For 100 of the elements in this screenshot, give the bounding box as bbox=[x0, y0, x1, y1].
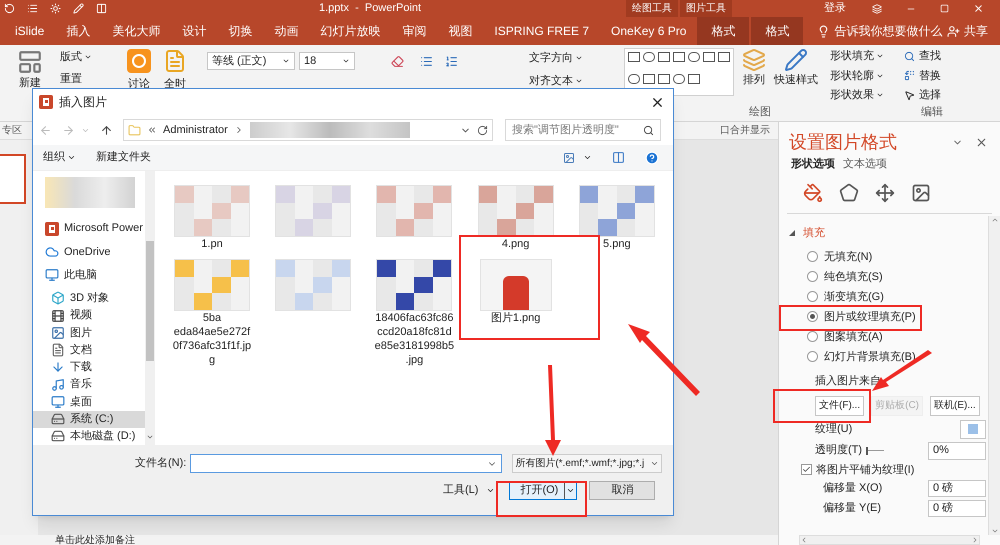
radio-button[interactable] bbox=[807, 271, 818, 282]
source-button[interactable]: 联机(E)... bbox=[930, 396, 980, 416]
ribbon-tab[interactable]: 视图 bbox=[437, 17, 484, 45]
dropdown-icon[interactable] bbox=[650, 459, 660, 468]
text-direction-button[interactable]: 文字方向 bbox=[529, 50, 573, 66]
quick-styles-icon[interactable] bbox=[784, 48, 808, 72]
ribbon-tab[interactable]: 格式 bbox=[751, 17, 804, 45]
preview-pane-icon[interactable] bbox=[612, 151, 625, 164]
caret-icon[interactable] bbox=[282, 57, 290, 65]
cancel-button[interactable]: 取消 bbox=[589, 481, 656, 500]
nav-item[interactable]: 3D 对象 bbox=[33, 290, 145, 307]
nav-item[interactable]: Microsoft Power bbox=[33, 220, 145, 238]
ribbon-tab[interactable]: 动画 bbox=[263, 17, 310, 45]
slide-thumbnail[interactable] bbox=[0, 154, 26, 204]
layout-button[interactable]: 版式 bbox=[60, 49, 82, 66]
ribbon-tab[interactable]: 美化大师 bbox=[101, 17, 172, 45]
ribbon-tab[interactable]: 切换 bbox=[217, 17, 264, 45]
find-button[interactable]: 查找 bbox=[919, 48, 941, 64]
help-icon[interactable] bbox=[645, 150, 659, 164]
organize-menu[interactable]: 组织 bbox=[43, 149, 65, 166]
nav-item[interactable]: OneDrive bbox=[33, 243, 145, 260]
file-item[interactable]: 图片1.png bbox=[470, 259, 561, 367]
caret-icon[interactable] bbox=[566, 486, 576, 495]
nav-item[interactable]: 本地磁盘 (D:) bbox=[33, 428, 145, 445]
ribbon-tab[interactable]: ISPRING FREE 7 bbox=[483, 17, 600, 45]
offset-field[interactable]: 0 磅 bbox=[928, 480, 986, 496]
numbering-icon[interactable] bbox=[445, 54, 458, 68]
radio-button[interactable] bbox=[807, 291, 818, 302]
radio-button[interactable] bbox=[807, 311, 818, 322]
pen-icon[interactable] bbox=[73, 3, 84, 14]
nav-item[interactable]: 桌面 bbox=[33, 393, 145, 411]
radio-button[interactable] bbox=[807, 351, 818, 362]
slider-thumb[interactable] bbox=[866, 446, 868, 454]
path-root[interactable]: Administrator bbox=[163, 122, 228, 138]
nav-item[interactable]: 系统 (C:) bbox=[33, 410, 145, 428]
caret-icon[interactable] bbox=[342, 57, 350, 65]
checkbox[interactable] bbox=[801, 464, 812, 475]
eraser-icon[interactable] bbox=[391, 54, 404, 68]
file-item[interactable]: 5.png bbox=[572, 185, 662, 251]
columns-icon[interactable] bbox=[96, 3, 107, 14]
radio-label[interactable]: 无填充(N) bbox=[824, 250, 872, 264]
shape-effects-button[interactable]: 形状效果 bbox=[830, 87, 874, 104]
nav-item[interactable]: 此电脑 bbox=[33, 266, 145, 284]
align-text-button[interactable]: 对齐文本 bbox=[529, 72, 573, 89]
replace-button[interactable]: 替换 bbox=[919, 68, 941, 84]
radio-label[interactable]: 渐变填充(G) bbox=[824, 290, 884, 304]
radio-label[interactable]: 图案填充(A) bbox=[824, 330, 883, 344]
ribbon-tab[interactable]: OneKey 6 Pro bbox=[600, 17, 698, 45]
share-button[interactable]: 共享 bbox=[964, 22, 988, 40]
transparency-field[interactable]: 0% bbox=[928, 442, 986, 460]
radio-button[interactable] bbox=[807, 251, 818, 262]
file-item[interactable]: 1.pn bbox=[167, 185, 257, 251]
nav-item[interactable]: 下载 bbox=[33, 358, 145, 376]
font-size-field[interactable]: 18 bbox=[299, 52, 355, 70]
caret-icon[interactable] bbox=[486, 486, 496, 495]
caret-icon[interactable] bbox=[583, 153, 592, 162]
pane-tab[interactable]: 形状选项 bbox=[791, 156, 835, 172]
file-type-dropdown[interactable]: 所有图片(*.emf;*.wmf;*.jpg;*.j bbox=[512, 454, 662, 473]
horizontal-scrollbar[interactable] bbox=[799, 535, 980, 545]
reset-button[interactable]: 重置 bbox=[60, 70, 115, 87]
double-chevron-icon[interactable] bbox=[147, 125, 157, 135]
ribbon-tab[interactable]: 格式 bbox=[697, 17, 750, 45]
up-icon[interactable] bbox=[100, 124, 113, 136]
scroll-right-icon[interactable] bbox=[971, 536, 979, 544]
pane-tab[interactable]: 文本选项 bbox=[843, 156, 887, 172]
new-folder-button[interactable]: 新建文件夹 bbox=[96, 149, 151, 166]
refresh-icon[interactable] bbox=[477, 124, 488, 136]
new-slide-icon[interactable] bbox=[17, 49, 43, 75]
sign-in-link[interactable]: 登录 bbox=[824, 0, 846, 17]
ribbon-tab[interactable]: 幻灯片放映 bbox=[309, 17, 392, 45]
ribbon-tab[interactable]: 设计 bbox=[171, 17, 218, 45]
bullet-list-icon[interactable] bbox=[27, 3, 38, 14]
vertical-scrollbar[interactable] bbox=[988, 216, 1000, 535]
quick-styles-label[interactable]: 快速样式 bbox=[774, 72, 818, 88]
radio-label[interactable]: 图片或纹理填充(P) bbox=[824, 310, 916, 324]
file-item[interactable]: 5ba eda84ae5e272f 0f736afc31f1f.jp g bbox=[167, 259, 257, 367]
ribbon-tab[interactable]: 审阅 bbox=[391, 17, 438, 45]
arrange-label[interactable]: 排列 bbox=[743, 72, 765, 88]
scroll-down-icon[interactable] bbox=[146, 433, 154, 441]
search-field[interactable]: 搜索"调节图片透明度" bbox=[505, 119, 661, 141]
transparency-slider[interactable] bbox=[866, 446, 884, 456]
close-icon[interactable] bbox=[975, 136, 988, 148]
file-name-field[interactable] bbox=[190, 454, 502, 473]
ribbon-tab[interactable]: 插入 bbox=[55, 17, 102, 45]
shape-outline-button[interactable]: 形状轮廓 bbox=[830, 68, 874, 84]
nav-item[interactable]: 文档 bbox=[33, 341, 145, 359]
tell-me-field[interactable]: 告诉我你想要做什么 bbox=[834, 22, 942, 40]
nav-item[interactable]: 视频 bbox=[33, 306, 145, 324]
scroll-down-icon[interactable] bbox=[990, 527, 998, 535]
ribbon-tab[interactable]: iSlide bbox=[4, 17, 56, 45]
radio-label[interactable]: 纯色填充(S) bbox=[824, 270, 883, 284]
file-item[interactable]: 18406fac63fc86 ccd20a18fc81d e85e3181998b5 .jpg bbox=[369, 259, 460, 367]
source-button[interactable]: 文件(F)... bbox=[815, 396, 864, 416]
undo-icon[interactable] bbox=[4, 3, 15, 14]
expand-triangle-icon[interactable] bbox=[789, 230, 795, 236]
bullets-icon[interactable] bbox=[420, 54, 433, 68]
file-item[interactable]: 4.png bbox=[470, 185, 561, 251]
new-slide-label[interactable]: 新建 bbox=[19, 75, 41, 92]
caret-icon[interactable] bbox=[67, 153, 76, 162]
vertical-scrollbar[interactable] bbox=[145, 171, 155, 445]
